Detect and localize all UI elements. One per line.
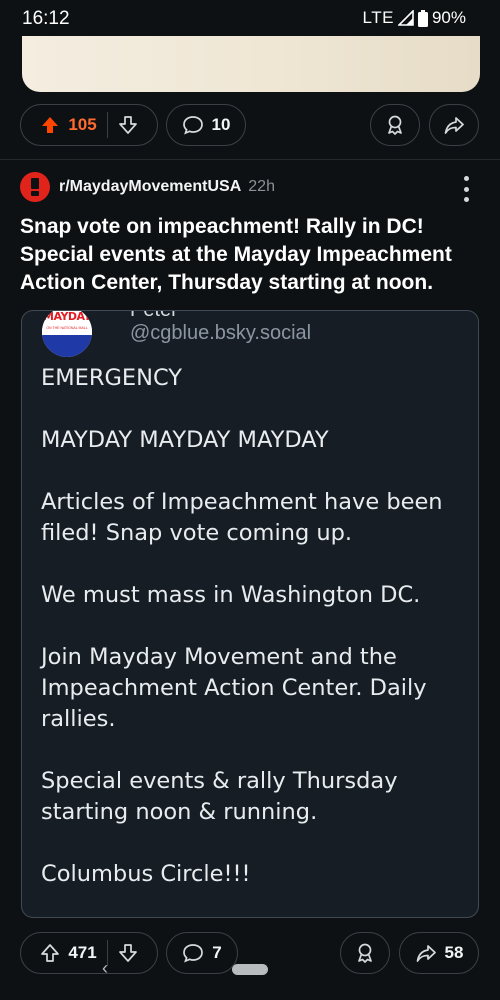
embedded-post-card[interactable]: MAYDAY ON THE NATIONAL MALL Peter @cgblu… bbox=[21, 310, 479, 918]
community-avatar-icon[interactable] bbox=[20, 172, 50, 202]
embed-paragraph: Articles of Impeachment have been filed!… bbox=[41, 489, 443, 546]
upvote-count: 471 bbox=[68, 943, 97, 962]
embed-paragraph: We must mass in Washington DC. bbox=[41, 582, 421, 608]
embed-display-name: Peter bbox=[130, 310, 178, 321]
nav-back-chevron-icon[interactable]: ‹ bbox=[102, 958, 108, 979]
share-arrow-icon bbox=[416, 945, 436, 962]
prev-upvote-count: 105 bbox=[68, 115, 97, 134]
post-divider bbox=[0, 159, 500, 160]
comments-button[interactable]: 7 bbox=[166, 932, 238, 974]
post-header: r/MaydayMovementUSA 22h bbox=[20, 170, 275, 204]
embed-paragraph: MAYDAY MAYDAY MAYDAY bbox=[41, 427, 329, 453]
embed-handle: @cgblue.bsky.social bbox=[130, 322, 312, 344]
prev-downvote-button[interactable] bbox=[118, 115, 138, 135]
downvote-icon bbox=[118, 116, 137, 134]
status-time: 16:12 bbox=[22, 8, 70, 29]
comment-count: 7 bbox=[212, 943, 222, 962]
embed-paragraph: Join Mayday Movement and the Impeachment… bbox=[41, 644, 427, 732]
prev-award-button[interactable] bbox=[370, 104, 420, 146]
award-icon bbox=[358, 943, 372, 963]
vote-separator bbox=[106, 112, 108, 138]
downvote-icon bbox=[118, 944, 137, 962]
embed-avatar: MAYDAY ON THE NATIONAL MALL bbox=[42, 310, 92, 357]
award-button[interactable] bbox=[340, 932, 390, 974]
upvote-icon bbox=[41, 944, 60, 962]
signal-icon bbox=[397, 10, 414, 26]
upvote-button[interactable] bbox=[40, 943, 60, 963]
battery-icon bbox=[417, 9, 428, 27]
prev-comment-count: 10 bbox=[211, 115, 231, 134]
share-button[interactable]: 58 bbox=[399, 932, 479, 974]
vote-pill: 471 bbox=[20, 932, 158, 974]
share-arrow-icon bbox=[444, 117, 464, 134]
embed-paragraph: Special events & rally Thursday starting… bbox=[41, 768, 398, 825]
avatar-logo-top: MAYDAY bbox=[42, 310, 92, 335]
battery-level: 90% bbox=[431, 8, 466, 27]
prev-share-button[interactable] bbox=[429, 104, 479, 146]
community-name[interactable]: r/MaydayMovementUSA bbox=[59, 178, 241, 196]
upvote-filled-icon bbox=[42, 117, 59, 133]
comment-bubble-icon bbox=[182, 116, 203, 135]
more-vertical-icon[interactable] bbox=[454, 176, 478, 202]
status-indicators: LTE 90% bbox=[363, 8, 466, 28]
gesture-nav-handle[interactable] bbox=[232, 964, 268, 975]
comment-bubble-icon bbox=[183, 944, 204, 963]
embed-paragraph: Columbus Circle!!! bbox=[41, 861, 251, 887]
downvote-button[interactable] bbox=[118, 943, 138, 963]
network-type: LTE bbox=[362, 8, 394, 27]
avatar-logo-bottom bbox=[42, 335, 92, 357]
prev-vote-pill: 105 bbox=[20, 104, 158, 146]
prev-upvote-button[interactable] bbox=[40, 115, 60, 135]
post-age: 22h bbox=[248, 178, 275, 195]
embed-link-cutoff[interactable]: ▬▬▬▬ ▬▬▬▬▬▬▬▬ ▬▬▬ bbox=[41, 911, 341, 917]
status-bar: 16:12 LTE 90% bbox=[0, 0, 500, 36]
previous-post-image[interactable] bbox=[22, 36, 480, 92]
post-title[interactable]: Snap vote on impeachment! Rally in DC! S… bbox=[20, 213, 482, 297]
embed-paragraph: EMERGENCY bbox=[41, 365, 183, 391]
avatar-logo-text: MAYDAY bbox=[43, 310, 91, 323]
avatar-logo-subtext: ON THE NATIONAL MALL bbox=[46, 326, 88, 330]
embed-body: EMERGENCY MAYDAY MAYDAY MAYDAY Articles … bbox=[41, 363, 461, 917]
award-icon bbox=[388, 115, 402, 135]
share-count: 58 bbox=[444, 943, 464, 962]
prev-comments-button[interactable]: 10 bbox=[166, 104, 246, 146]
exclamation-icon bbox=[31, 178, 39, 196]
